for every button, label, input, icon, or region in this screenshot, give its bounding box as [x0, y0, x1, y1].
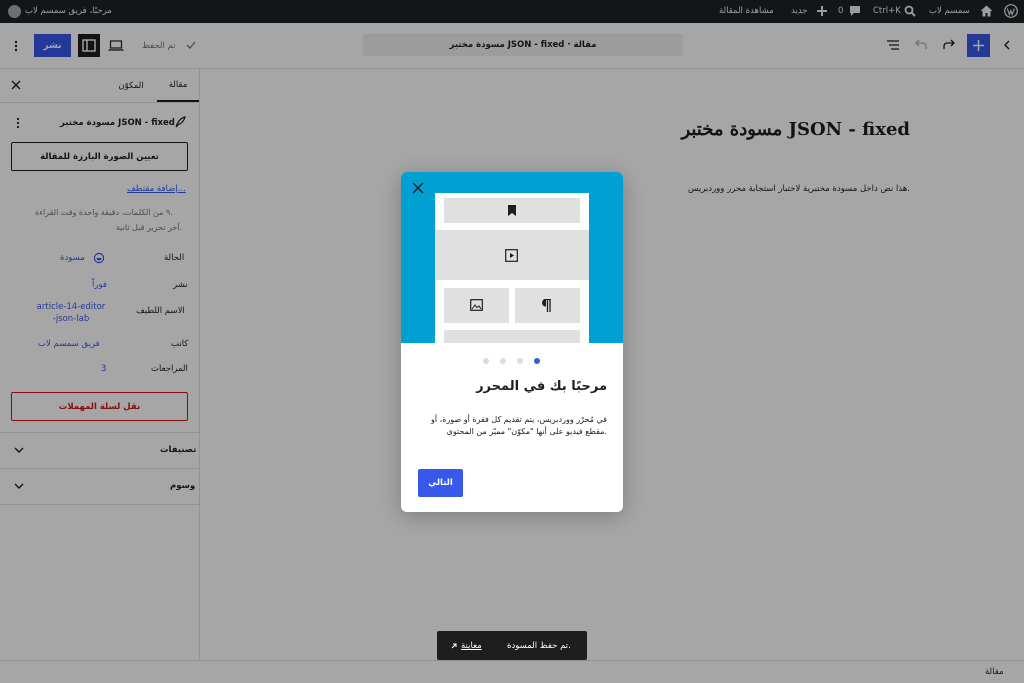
image-icon [470, 299, 483, 311]
modal-body: في مُحرّر ووردبريس، يتم تقديم كل فقرة أو… [431, 415, 607, 436]
welcome-guide-modal: مرحبًا بك في المحرر في مُحرّر ووردبريس، … [401, 172, 623, 512]
page-dot[interactable] [534, 358, 540, 364]
external-link-icon [451, 643, 457, 649]
snackbar-message: تم حفظ المسودة. [507, 641, 571, 651]
paragraph-icon [542, 299, 552, 312]
snackbar-preview-link[interactable]: معاينة [461, 641, 482, 651]
page-dot[interactable] [517, 358, 523, 364]
illustration-block [435, 230, 589, 280]
page-indicator [482, 357, 542, 365]
bookmark-icon [507, 205, 517, 216]
next-button[interactable]: التالي [418, 469, 463, 497]
snackbar-notice: تم حفظ المسودة. معاينة [437, 631, 587, 660]
illustration-block [515, 288, 580, 323]
illustration-block [444, 330, 580, 343]
video-play-icon [505, 249, 518, 262]
illustration-block [444, 288, 509, 323]
modal-heading: مرحبًا بك في المحرر [476, 379, 607, 394]
welcome-illustration [401, 172, 623, 343]
illustration-block [444, 198, 580, 223]
close-icon[interactable] [412, 182, 424, 194]
page-dot[interactable] [483, 358, 489, 364]
page-dot[interactable] [500, 358, 506, 364]
illustration-page [435, 193, 589, 343]
